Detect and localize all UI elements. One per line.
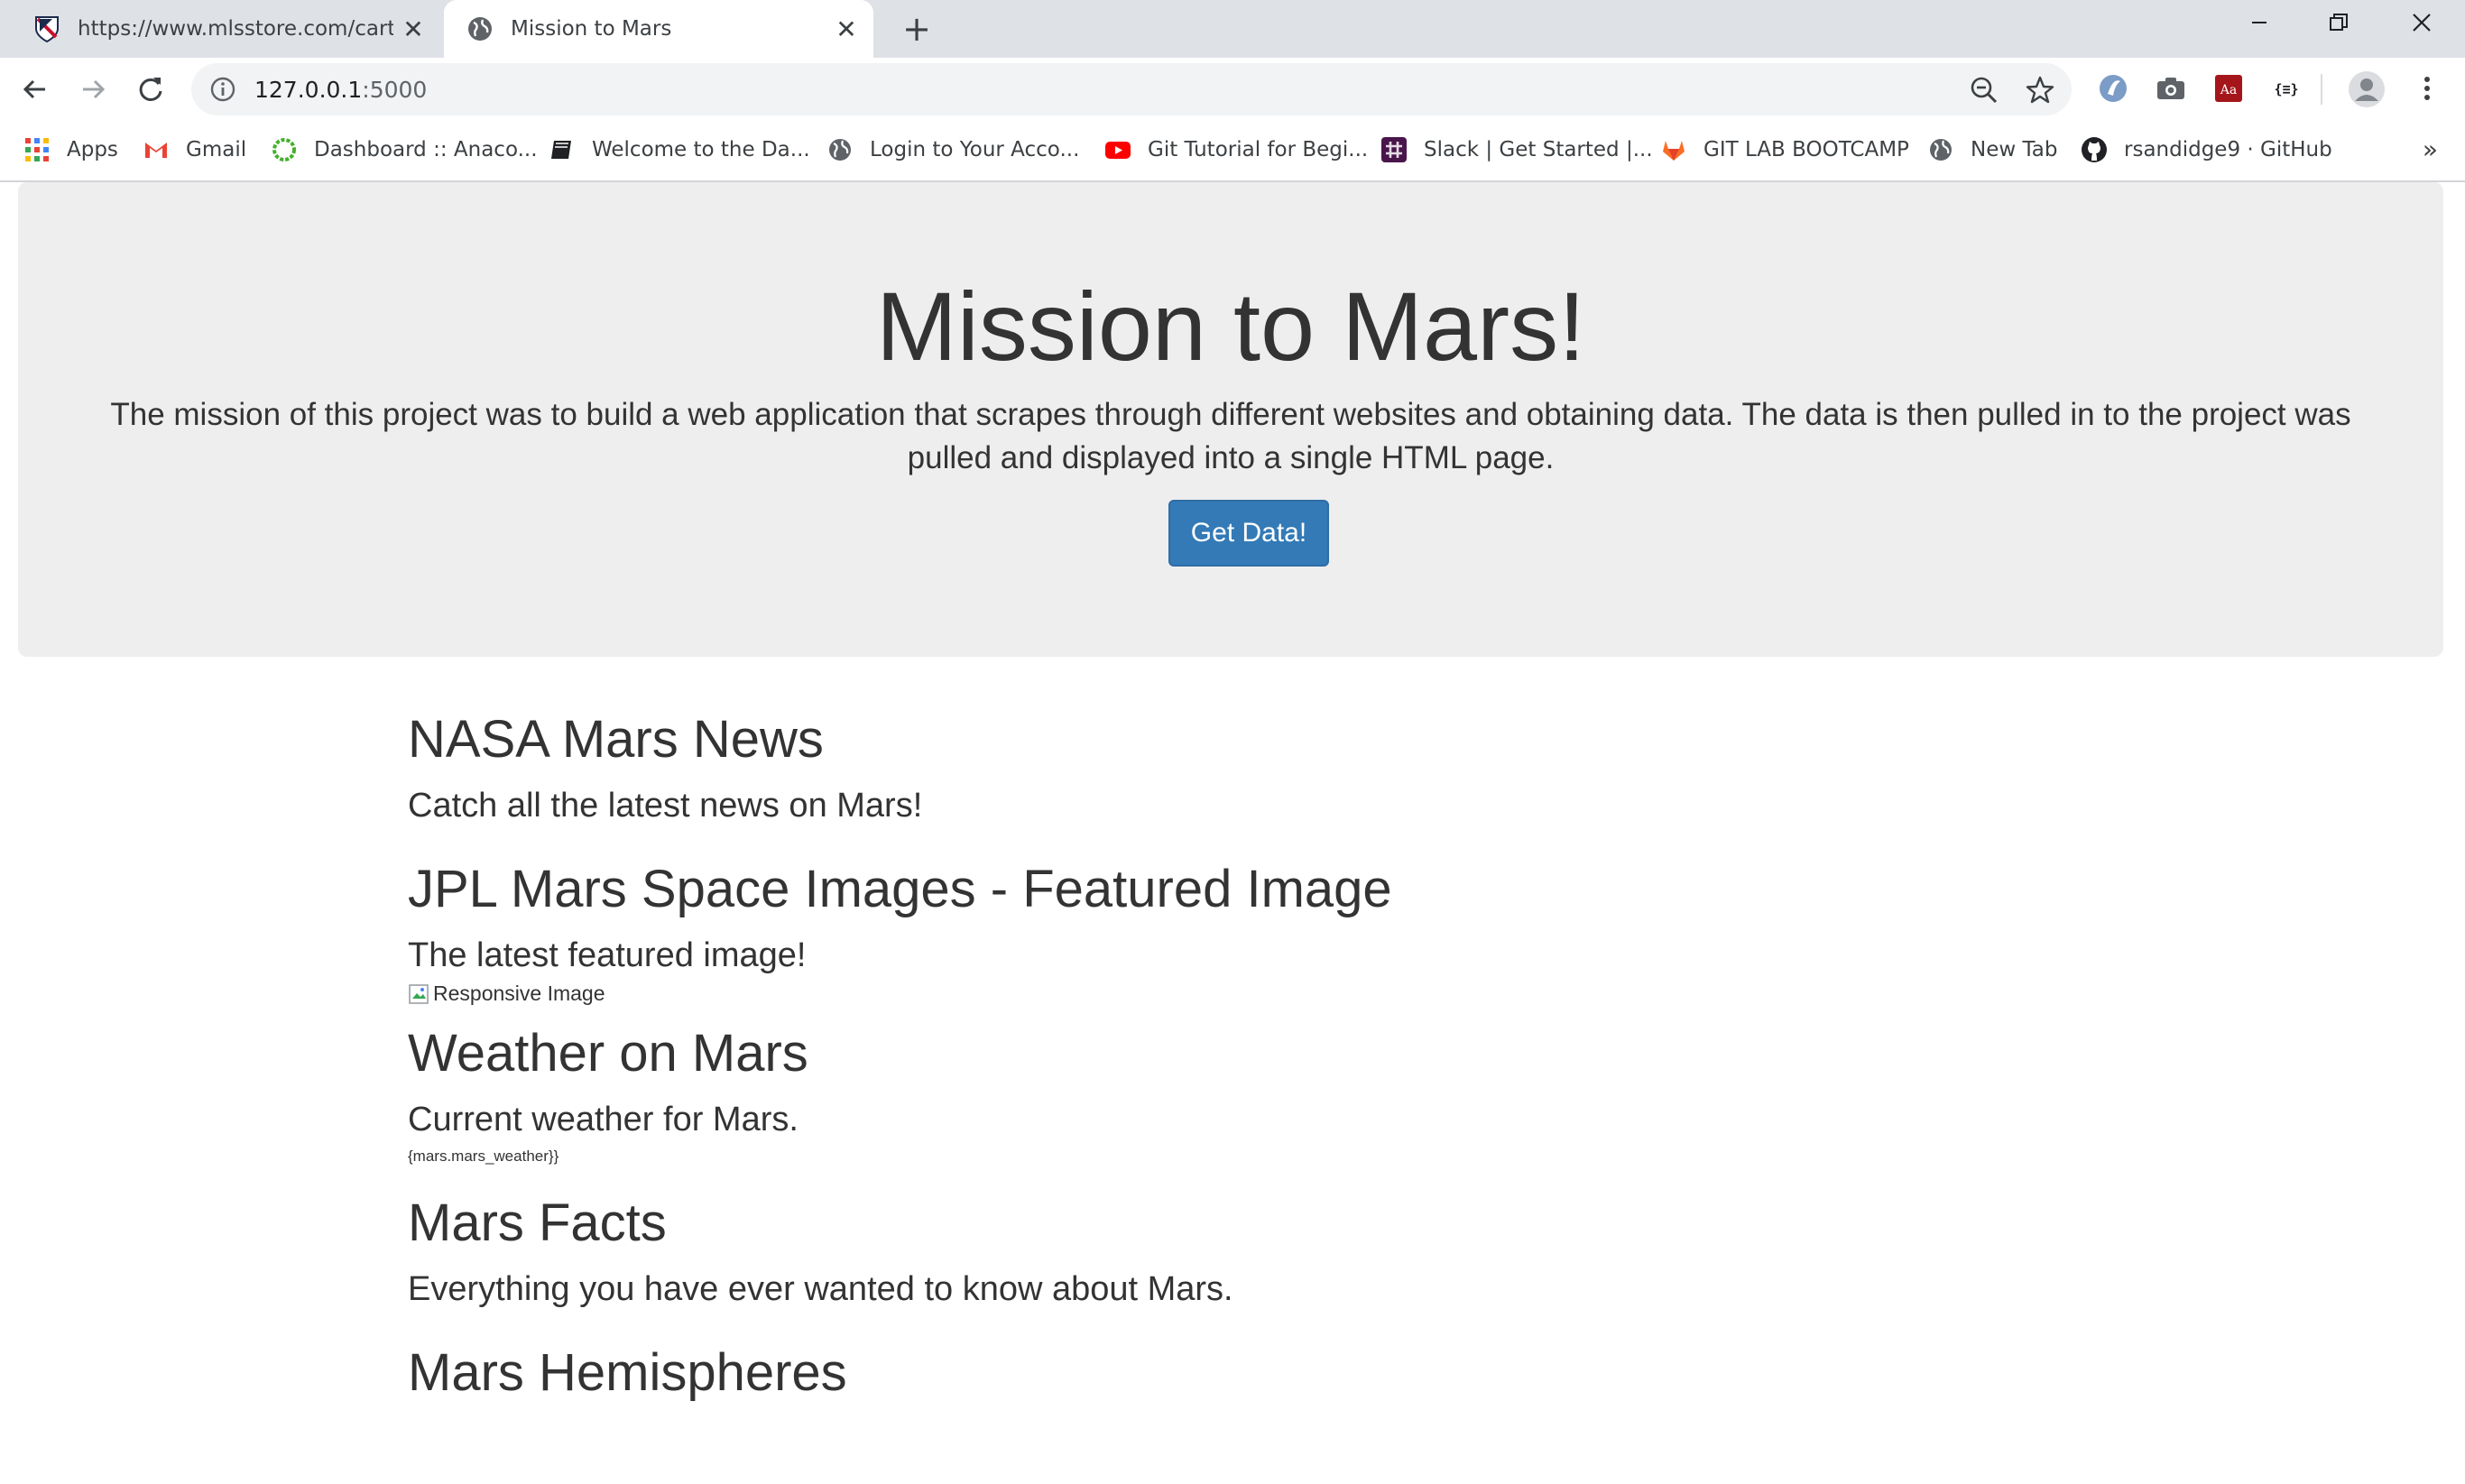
zoom-icon[interactable] [1969,75,1999,106]
address-host: 127.0.0.1 [254,76,363,103]
bookmark-label: rsandidge9 · GitHub [2124,138,2332,161]
bookmark-label: Dashboard :: Anaco... [314,138,538,161]
extension-blue-icon[interactable] [2097,72,2129,105]
bookmark-gitlab[interactable]: GIT LAB BOOTCAMP [1660,132,1909,168]
bookmark-git-tutorial[interactable]: Git Tutorial for Begi... [1104,132,1368,168]
tab-mission-to-mars[interactable]: Mission to Mars ✕ [444,0,873,58]
page-viewport: Mission to Mars! The mission of this pro… [0,182,2465,1484]
browser-toolbar: 127.0.0.1:5000 Aa {≡} [0,58,2465,121]
content-container: NASA Mars News Catch all the latest news… [408,711,2057,1402]
page-description: The mission of this project was to build… [110,397,2351,475]
youtube-icon [1105,142,1131,159]
section-heading: Mars Hemispheres [408,1342,847,1402]
section-facts: Mars Facts Everything you have ever want… [408,1194,2057,1310]
github-icon [2082,137,2107,162]
close-window-button[interactable] [2382,0,2461,45]
bookmark-label: GIT LAB BOOTCAMP [1703,138,1909,161]
globe-icon [1930,139,1952,161]
bookmark-slack[interactable]: Slack | Get Started |... [1380,132,1653,168]
section-heading: JPL Mars Space Images - Featured Image [408,860,1392,918]
gmail-icon [145,143,167,158]
section-heading: NASA Mars News [408,710,824,769]
minimize-button[interactable] [2220,0,2299,45]
address-url[interactable]: 127.0.0.1:5000 [254,77,2072,103]
arrow-right-icon [83,79,106,99]
toolbar-divider [2321,74,2322,105]
bookmark-label: New Tab [1971,138,2058,161]
page-title: Mission to Mars! [875,272,1586,381]
bookmark-login[interactable]: Login to Your Acco... [826,132,1079,168]
bookmark-gmail[interactable]: Gmail [143,132,246,168]
bookmark-github[interactable]: rsandidge9 · GitHub [2081,132,2332,168]
close-icon [2413,14,2431,32]
bookmark-label: Login to Your Acco... [870,138,1080,161]
close-icon[interactable]: ✕ [393,14,433,44]
camera-icon[interactable] [2155,72,2187,105]
json-formatter-icon[interactable]: {≡} [2270,72,2303,105]
get-data-button[interactable]: Get Data! [1168,500,1329,567]
bookmark-anaconda[interactable]: Dashboard :: Anaco... [271,132,538,168]
mls-shield-icon [35,16,59,43]
reload-button[interactable] [130,69,171,110]
bookmark-label: Git Tutorial for Begi... [1148,138,1369,161]
minimize-icon [2252,22,2267,23]
bookmark-welcome[interactable]: Welcome to the Da... [549,132,810,168]
close-icon[interactable]: ✕ [826,14,866,44]
section-news: NASA Mars News Catch all the latest news… [408,711,2057,826]
bookmark-label: Apps [67,138,118,161]
restore-icon [2330,14,2348,31]
slack-icon [1381,137,1407,162]
featured-image: Responsive Image [408,982,605,1006]
bookmarks-bar: Apps Gmail Dashboard :: Anaco... Welcome… [0,121,2465,182]
featured-image-alt: Responsive Image [433,982,605,1005]
anaconda-icon [272,138,296,161]
address-port: :5000 [362,76,428,103]
globe-icon [468,17,492,41]
section-heading: Weather on Mars [408,1023,808,1083]
svg-text:{≡}: {≡} [2274,81,2298,97]
globe-icon [829,139,851,161]
star-icon[interactable] [2025,75,2055,106]
reload-icon [139,78,162,101]
section-hemispheres: Mars Hemispheres [408,1342,2057,1402]
new-tab-button[interactable]: + [895,7,938,51]
jumbotron: Mission to Mars! The mission of this pro… [18,182,2443,657]
bookmark-label: Welcome to the Da... [592,138,810,161]
menu-kebab-icon[interactable] [2411,72,2443,105]
section-weather: Weather on Mars Current weather for Mars… [408,1023,2057,1166]
gitlab-icon [1663,141,1685,161]
apps-grid-icon [25,138,49,161]
restore-button[interactable] [2299,0,2378,45]
section-featured-image: JPL Mars Space Images - Featured Image T… [408,861,2057,1010]
bookmark-label: Slack | Get Started |... [1424,138,1653,161]
tab-title: https://www.mlsstore.com/cart [78,17,393,41]
broken-image-icon [409,983,429,1004]
svg-text:Aa: Aa [2220,83,2237,97]
back-button[interactable] [14,69,56,110]
section-heading: Mars Facts [408,1193,667,1252]
dictionary-icon[interactable]: Aa [2212,72,2245,105]
weather-value: {mars.mars_weather}} [408,1147,559,1165]
section-subheading: Everything you have ever wanted to know … [408,1269,1233,1308]
forward-button[interactable] [72,69,114,110]
tab-strip: https://www.mlsstore.com/cart ✕ Mission … [0,0,2465,58]
section-subheading: The latest featured image! [408,936,807,974]
section-subheading: Current weather for Mars. [408,1100,799,1138]
arrow-left-icon [23,79,45,99]
address-bar[interactable]: 127.0.0.1:5000 [191,63,2072,115]
bookmarks-overflow-button[interactable]: » [2423,132,2438,168]
profile-avatar-icon[interactable] [2348,70,2386,108]
bookmark-label: Gmail [186,138,247,161]
bookmark-apps[interactable]: Apps [23,132,118,168]
book-icon [551,141,571,159]
info-icon[interactable] [209,76,236,103]
tab-title: Mission to Mars [511,17,672,41]
bookmark-new-tab[interactable]: New Tab [1927,132,2057,168]
tab-mlsstore[interactable]: https://www.mlsstore.com/cart ✕ [0,0,440,58]
section-subheading: Catch all the latest news on Mars! [408,787,923,825]
